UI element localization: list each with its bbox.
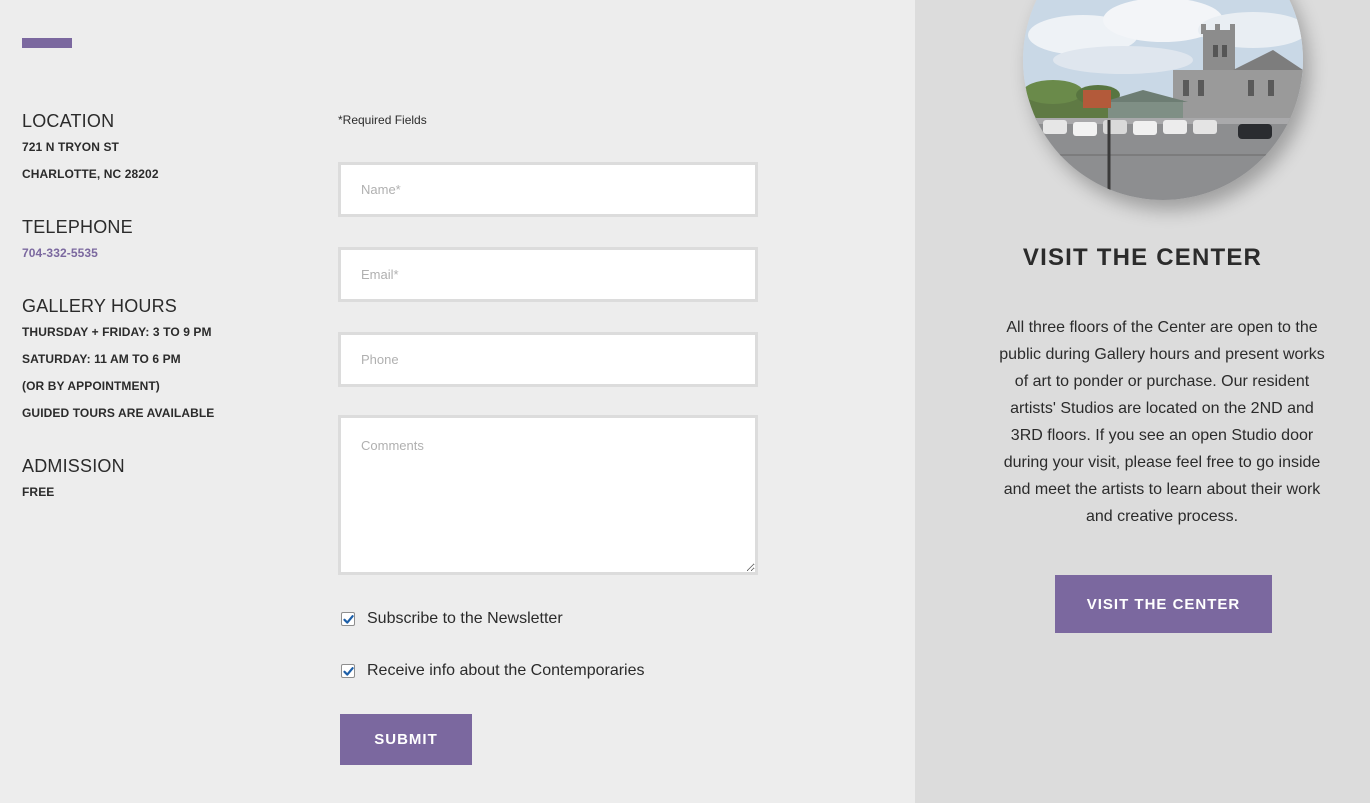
location-block: LOCATION 721 N TRYON ST CHARLOTTE, NC 28… xyxy=(22,110,302,188)
building-photo-illustration xyxy=(1023,0,1303,200)
accent-bar xyxy=(22,38,72,48)
visit-center-title: VISIT THE CENTER xyxy=(1022,244,1263,271)
checkmark-icon xyxy=(342,666,354,676)
contemporaries-checkbox-label: Receive info about the Contemporaries xyxy=(367,662,645,679)
visit-center-panel: VISIT THE CENTER All three floors of the… xyxy=(915,0,1370,803)
required-fields-note: *Required Fields xyxy=(338,113,427,127)
address-line-2: CHARLOTTE, NC 28202 xyxy=(22,167,159,181)
visit-center-button[interactable]: VISIT THE CENTER xyxy=(1055,575,1272,633)
visit-center-description: All three floors of the Center are open … xyxy=(999,319,1325,525)
newsletter-checkbox[interactable] xyxy=(341,612,355,626)
hours-line-1: THURSDAY + FRIDAY: 3 TO 9 PM xyxy=(22,325,212,339)
center-building-photo xyxy=(1023,0,1303,200)
telephone-block: TELEPHONE 704-332-5535 xyxy=(22,216,302,267)
admission-heading: ADMISSION xyxy=(22,456,125,476)
newsletter-checkbox-label: Subscribe to the Newsletter xyxy=(367,610,563,627)
gallery-hours-heading: GALLERY HOURS xyxy=(22,296,177,316)
name-field[interactable] xyxy=(338,162,758,217)
email-field[interactable] xyxy=(338,247,758,302)
hours-line-4: GUIDED TOURS ARE AVAILABLE xyxy=(22,406,215,420)
hours-line-3: (OR BY APPOINTMENT) xyxy=(22,379,160,393)
address-line-1: 721 N TRYON ST xyxy=(22,140,119,154)
submit-button[interactable]: SUBMIT xyxy=(340,714,472,765)
admission-block: ADMISSION FREE xyxy=(22,455,302,506)
hours-line-2: SATURDAY: 11 AM TO 6 PM xyxy=(22,352,181,366)
phone-field[interactable] xyxy=(338,332,758,387)
admission-value: FREE xyxy=(22,485,55,499)
location-heading: LOCATION xyxy=(22,111,115,131)
telephone-link[interactable]: 704-332-5535 xyxy=(22,246,98,260)
telephone-heading: TELEPHONE xyxy=(22,217,133,237)
comments-field[interactable] xyxy=(338,415,758,575)
contemporaries-checkbox-row[interactable]: Receive info about the Contemporaries xyxy=(341,662,645,680)
newsletter-checkbox-row[interactable]: Subscribe to the Newsletter xyxy=(341,610,563,628)
contemporaries-checkbox[interactable] xyxy=(341,664,355,678)
checkmark-icon xyxy=(342,614,354,624)
gallery-hours-block: GALLERY HOURS THURSDAY + FRIDAY: 3 TO 9 … xyxy=(22,295,302,427)
